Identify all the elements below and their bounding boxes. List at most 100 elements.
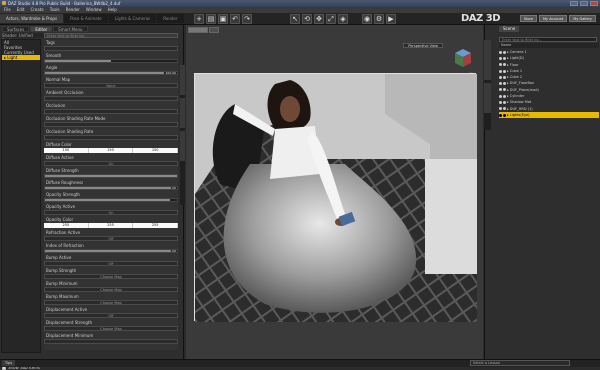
property-value[interactable]: Off <box>44 261 178 266</box>
slider-value: 1.00 <box>169 186 176 190</box>
tab-actors-wardrobe-props[interactable]: Actors, Wardrobe & Props <box>0 14 64 23</box>
visibility-eye-icon[interactable] <box>499 101 502 105</box>
color-value[interactable]: 255 255 255 <box>44 223 179 228</box>
visibility-eye-icon[interactable] <box>503 69 506 73</box>
property-value[interactable]: On <box>44 210 178 215</box>
property-value[interactable]: Choose Map <box>44 287 178 292</box>
tab-render[interactable]: Render <box>157 14 184 23</box>
viewport-option-icon[interactable] <box>209 27 219 33</box>
scene-node[interactable]: ▸ Lights(Eye) <box>499 111 599 119</box>
tab-editor[interactable]: Editor <box>30 26 53 32</box>
visibility-eye-icon[interactable] <box>503 107 506 111</box>
property-slider[interactable] <box>44 59 178 63</box>
visibility-eye-icon[interactable] <box>503 63 506 67</box>
property-value[interactable] <box>44 135 178 140</box>
property-value[interactable]: On <box>44 161 178 166</box>
visibility-eye-icon[interactable] <box>499 69 502 73</box>
visibility-eye-icon[interactable] <box>499 56 502 60</box>
side-tab-2[interactable] <box>180 98 185 128</box>
lesson-select[interactable]: Select a Lesson <box>470 360 570 366</box>
node-tool-icon[interactable]: ◈ <box>338 14 348 24</box>
property-value[interactable] <box>44 339 178 344</box>
side-tab-scene[interactable] <box>484 40 491 80</box>
property-value[interactable]: Off <box>44 313 178 318</box>
visibility-eye-icon[interactable] <box>503 94 506 98</box>
expand-arrow-icon[interactable]: ▸ <box>507 112 509 118</box>
tab-pose-animate[interactable]: Pose & Animate <box>64 14 108 23</box>
property-slider[interactable]: 100.00 <box>44 71 178 75</box>
visibility-eye-icon[interactable] <box>499 63 502 67</box>
visibility-eye-icon[interactable] <box>503 50 506 54</box>
tab-lights-cameras[interactable]: Lights & Cameras <box>108 14 157 23</box>
tab-smart-menu[interactable]: Smart Menu <box>53 26 88 32</box>
visibility-eye-icon[interactable] <box>503 113 506 117</box>
property-value[interactable]: Choose Map <box>44 300 178 305</box>
visibility-eye-icon[interactable] <box>499 82 502 86</box>
tips-button[interactable]: Tips <box>2 360 16 366</box>
render-canvas[interactable] <box>194 73 477 322</box>
visibility-eye-icon[interactable] <box>503 82 506 86</box>
property-value[interactable] <box>44 96 178 101</box>
close-button[interactable] <box>590 1 598 6</box>
viewport-tab[interactable] <box>188 27 208 33</box>
property-value[interactable] <box>44 46 178 51</box>
visibility-eye-icon[interactable] <box>503 101 506 105</box>
slider-fill <box>45 72 164 74</box>
scene-node-label: Lights(Eye) <box>509 112 530 117</box>
property-value[interactable] <box>44 122 178 127</box>
property-value[interactable] <box>44 109 178 114</box>
title-bar: DAZ Studio 4.8 Pro Public Build - Baller… <box>0 0 600 7</box>
property-slider[interactable] <box>44 174 178 178</box>
visibility-eye-icon[interactable] <box>503 88 506 92</box>
translate-tool-icon[interactable]: ✥ <box>314 14 324 24</box>
slider-fill <box>45 187 171 189</box>
visibility-eye-icon[interactable] <box>499 107 502 111</box>
visibility-eye-icon[interactable] <box>499 113 502 117</box>
tab-scene[interactable]: Scene <box>499 26 520 32</box>
visibility-eye-icon[interactable] <box>499 88 502 92</box>
save-icon[interactable]: ▣ <box>218 14 228 24</box>
render-settings-icon[interactable]: ⚙ <box>374 14 384 24</box>
scale-tool-icon[interactable]: ⤢ <box>326 14 336 24</box>
top-links: Store My Account My Gallery <box>519 15 596 22</box>
store-button[interactable]: Store <box>519 15 537 22</box>
side-tab-parameters[interactable] <box>484 83 491 113</box>
new-scene-icon[interactable]: + <box>194 14 204 24</box>
undo-icon[interactable]: ↶ <box>230 14 240 24</box>
slider-value: 1.00 <box>169 249 176 253</box>
property-slider[interactable] <box>44 198 178 202</box>
visibility-eye-icon[interactable] <box>503 75 506 79</box>
color-value[interactable]: 150 150 150 <box>44 148 179 153</box>
property-value[interactable]: Off <box>44 236 178 241</box>
minimize-button[interactable] <box>570 1 578 6</box>
my-account-button[interactable]: My Account <box>538 15 568 22</box>
tree-item-light[interactable]: ▸ Light <box>2 55 40 60</box>
tree-item-label: Light <box>7 55 18 60</box>
maximize-button[interactable] <box>580 1 588 6</box>
viewport-toolbar <box>188 27 219 33</box>
property-value[interactable]: Choose Map <box>44 274 178 279</box>
render-icon[interactable]: ▶ <box>386 14 396 24</box>
select-tool-icon[interactable]: ↖ <box>290 14 300 24</box>
color-channel: 150 <box>88 148 134 153</box>
property-value[interactable]: None <box>44 83 178 88</box>
visibility-eye-icon[interactable] <box>499 94 502 98</box>
my-gallery-button[interactable]: My Gallery <box>569 15 596 22</box>
property-slider[interactable]: 1.00 <box>44 186 178 190</box>
visibility-eye-icon[interactable] <box>499 75 502 79</box>
property-slider[interactable]: 1.00 <box>44 249 178 253</box>
scene-search-input[interactable]: Enter text to filter by... <box>499 37 597 42</box>
rotate-tool-icon[interactable]: ⟲ <box>302 14 312 24</box>
viewport[interactable]: Perspective View <box>186 25 483 359</box>
tab-surfaces[interactable]: Surfaces <box>2 26 30 32</box>
visibility-eye-icon[interactable] <box>499 50 502 54</box>
side-tab-1[interactable] <box>180 65 185 95</box>
property-value[interactable]: Choose Map <box>44 326 178 331</box>
redo-icon[interactable]: ↷ <box>242 14 252 24</box>
visibility-eye-icon[interactable] <box>503 56 506 60</box>
side-tab-3[interactable] <box>180 131 185 161</box>
surface-search-input[interactable]: Enter text to filter by... <box>44 33 178 38</box>
open-icon[interactable]: ▤ <box>206 14 216 24</box>
camera-select[interactable]: Perspective View <box>403 43 443 48</box>
camera-icon[interactable]: ◉ <box>362 14 372 24</box>
